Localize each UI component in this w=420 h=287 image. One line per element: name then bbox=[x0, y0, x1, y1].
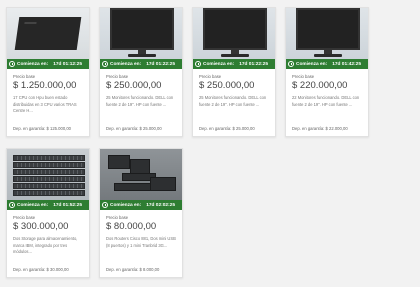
deposit-label: Dep. en garantía: bbox=[199, 126, 232, 131]
server-rack-unit bbox=[13, 176, 85, 182]
price-label: Precio base bbox=[13, 215, 36, 220]
countdown-badge: Comienza en: 17d 01:22:25 bbox=[193, 59, 275, 69]
deposit-value: $ 25.000,00 bbox=[232, 126, 255, 131]
deposit-value: $ 125.000,00 bbox=[46, 126, 71, 131]
monitor-stand bbox=[128, 54, 156, 57]
deposit-value: $ 30.000,00 bbox=[46, 267, 69, 272]
lot-price: $ 250.000,00 bbox=[106, 80, 162, 91]
countdown-label: Comienza en: bbox=[203, 61, 235, 67]
countdown-badge: Comienza en: 17d 01:52:25 bbox=[7, 200, 89, 210]
clock-icon bbox=[195, 61, 201, 67]
server-rack-unit bbox=[13, 169, 85, 175]
clock-icon bbox=[288, 61, 294, 67]
lot-description: 17 CPU con Hpu buen estado distribuidas … bbox=[13, 95, 77, 113]
monitor-stand bbox=[221, 54, 249, 57]
lot-description: 25 Monitores funcionando. DELL con fuent… bbox=[106, 95, 174, 107]
monitor-stand bbox=[314, 54, 342, 57]
router-box bbox=[150, 177, 176, 191]
lot-deposit: Dep. en garantía: $ 8.000,00 bbox=[106, 267, 159, 272]
price-label: Precio base bbox=[106, 215, 129, 220]
deposit-label: Dep. en garantía: bbox=[292, 126, 325, 131]
lot-card-1[interactable]: Comienza en: 17d 01:22:25 Precio base $ … bbox=[99, 7, 183, 137]
desktop-computer-shape bbox=[14, 17, 82, 50]
deposit-label: Dep. en garantía: bbox=[13, 267, 46, 272]
lot-deposit: Dep. en garantía: $ 25.000,00 bbox=[106, 126, 162, 131]
clock-icon bbox=[9, 202, 15, 208]
countdown-label: Comienza en: bbox=[17, 61, 49, 67]
clock-icon bbox=[102, 202, 108, 208]
clock-icon bbox=[102, 61, 108, 67]
lot-description: Dos Storage para almacenamiento, marca I… bbox=[13, 236, 78, 254]
price-label: Precio base bbox=[292, 74, 315, 79]
lot-card-3[interactable]: Comienza en: 17d 01:42:25 Precio base $ … bbox=[285, 7, 369, 137]
lot-deposit: Dep. en garantía: $ 25.000,00 bbox=[199, 126, 255, 131]
countdown-time: 17d 01:12:25 bbox=[53, 61, 82, 67]
lot-card-2[interactable]: Comienza en: 17d 01:22:25 Precio base $ … bbox=[192, 7, 276, 137]
countdown-time: 17d 01:22:25 bbox=[146, 61, 175, 67]
countdown-label: Comienza en: bbox=[17, 202, 49, 208]
router-box bbox=[108, 155, 130, 169]
countdown-time: 17d 01:22:25 bbox=[239, 61, 268, 67]
lot-price: $ 250.000,00 bbox=[199, 80, 255, 91]
lot-card-5[interactable]: Comienza en: 17d 02:02:25 Precio base $ … bbox=[99, 148, 183, 278]
monitor-screen-shape bbox=[110, 8, 174, 50]
lot-deposit: Dep. en garantía: $ 22.000,00 bbox=[292, 126, 348, 131]
deposit-label: Dep. en garantía: bbox=[106, 126, 139, 131]
price-label: Precio base bbox=[106, 74, 129, 79]
lot-card-0[interactable]: Comienza en: 17d 01:12:25 Precio base $ … bbox=[6, 7, 90, 137]
lot-description: 25 Monitores funcionando. DELL con fuent… bbox=[199, 95, 267, 107]
server-rack-unit bbox=[13, 183, 85, 189]
countdown-badge: Comienza en: 17d 01:22:25 bbox=[100, 59, 182, 69]
lot-price: $ 1.250.000,00 bbox=[13, 80, 77, 91]
countdown-badge: Comienza en: 17d 02:02:25 bbox=[100, 200, 182, 210]
lot-description: 22 Monitores funcionando. DELL con fuent… bbox=[292, 95, 360, 107]
deposit-label: Dep. en garantía: bbox=[13, 126, 46, 131]
countdown-time: 17d 01:42:25 bbox=[332, 61, 361, 67]
lot-deposit: Dep. en garantía: $ 30.000,00 bbox=[13, 267, 69, 272]
monitor-screen-shape bbox=[203, 8, 267, 50]
countdown-badge: Comienza en: 17d 01:42:25 bbox=[286, 59, 368, 69]
deposit-value: $ 8.000,00 bbox=[139, 267, 160, 272]
deposit-value: $ 22.000,00 bbox=[325, 126, 348, 131]
price-label: Precio base bbox=[13, 74, 36, 79]
deposit-value: $ 25.000,00 bbox=[139, 126, 162, 131]
lot-card-4[interactable]: Comienza en: 17d 01:52:25 Precio base $ … bbox=[6, 148, 90, 278]
lot-price: $ 300.000,00 bbox=[13, 221, 69, 232]
server-rack-unit bbox=[13, 155, 85, 161]
countdown-time: 17d 01:52:25 bbox=[53, 202, 82, 208]
lot-price: $ 220.000,00 bbox=[292, 80, 348, 91]
listing-grid: Comienza en: 17d 01:12:25 Precio base $ … bbox=[6, 7, 369, 278]
server-rack-unit bbox=[13, 162, 85, 168]
deposit-label: Dep. en garantía: bbox=[106, 267, 139, 272]
monitor-screen-shape bbox=[296, 8, 360, 50]
server-rack-unit bbox=[13, 190, 85, 196]
price-label: Precio base bbox=[199, 74, 222, 79]
countdown-label: Comienza en: bbox=[110, 202, 142, 208]
countdown-label: Comienza en: bbox=[110, 61, 142, 67]
countdown-label: Comienza en: bbox=[296, 61, 328, 67]
lot-description: Dos Routers Cisco 881, Dos mini USB (8 p… bbox=[106, 236, 176, 248]
countdown-time: 17d 02:02:25 bbox=[146, 202, 175, 208]
countdown-badge: Comienza en: 17d 01:12:25 bbox=[7, 59, 89, 69]
clock-icon bbox=[9, 61, 15, 67]
lot-deposit: Dep. en garantía: $ 125.000,00 bbox=[13, 126, 71, 131]
lot-price: $ 80.000,00 bbox=[106, 221, 157, 232]
